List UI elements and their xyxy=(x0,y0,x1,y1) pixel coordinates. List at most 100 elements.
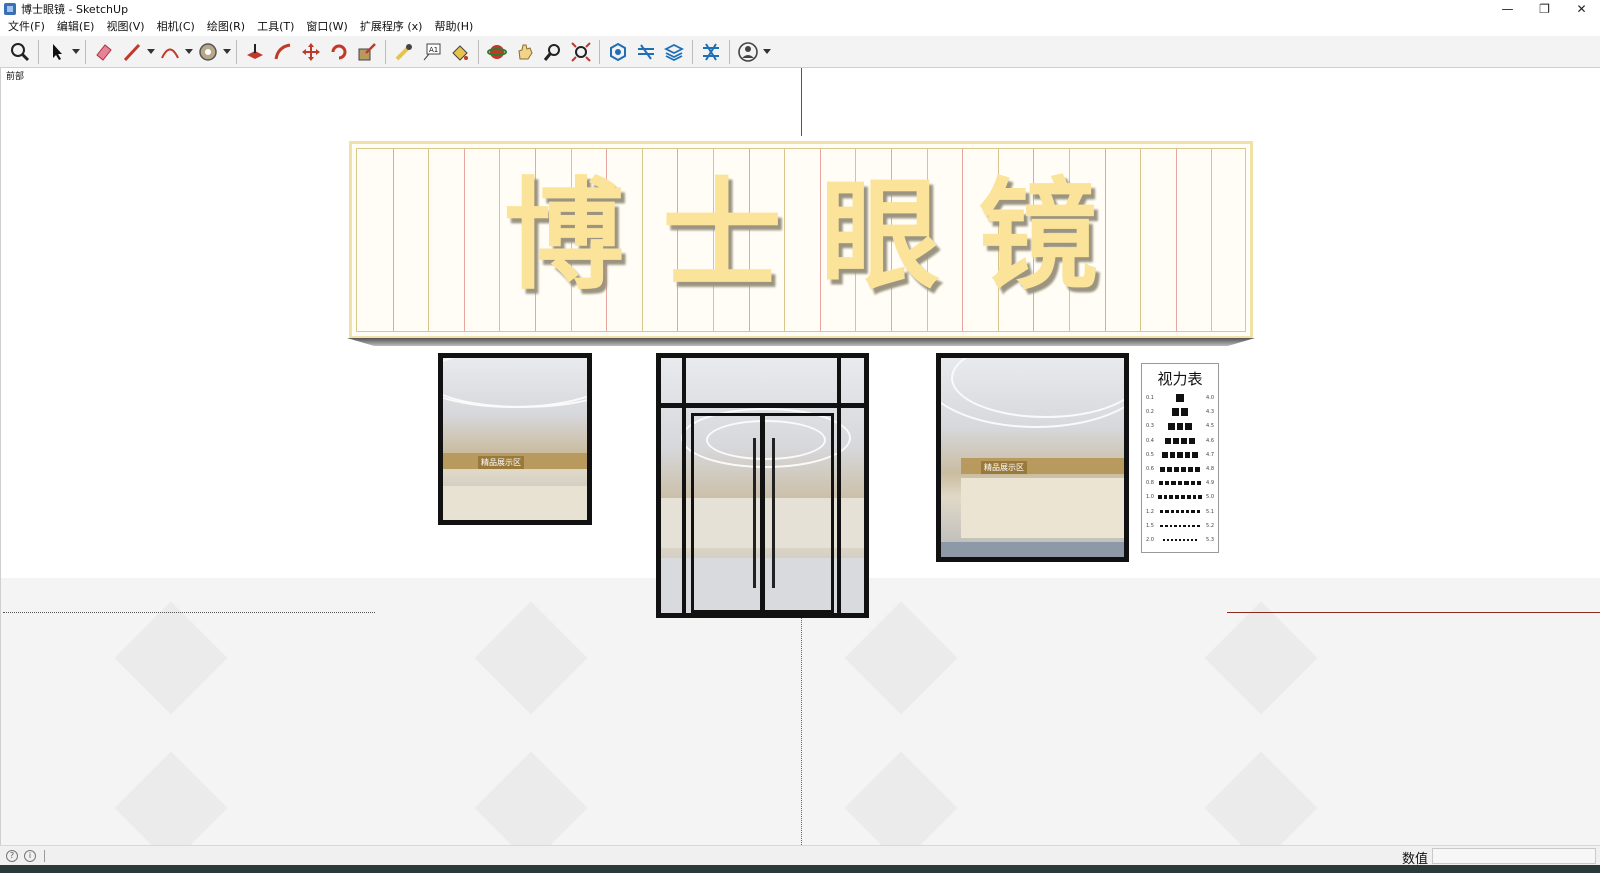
optotype-e xyxy=(1176,422,1184,430)
toolbar-separator xyxy=(236,39,237,64)
scene-tab[interactable]: 前部 xyxy=(6,69,24,82)
credits-icon[interactable]: i xyxy=(24,849,36,862)
scale-icon[interactable] xyxy=(353,38,381,66)
measurements-input[interactable] xyxy=(1432,848,1596,864)
watermark-diamond xyxy=(844,601,958,715)
eye-chart-logmar: 4.9 xyxy=(1206,480,1214,487)
close-button[interactable]: ✕ xyxy=(1563,0,1600,18)
eye-chart-logmar: 4.8 xyxy=(1206,466,1214,472)
optotype-e xyxy=(1181,495,1185,500)
eye-chart-optotypes xyxy=(1154,480,1206,486)
toolbar-separator xyxy=(692,39,693,64)
optotype-e xyxy=(1183,524,1186,528)
signboard-underside xyxy=(347,338,1255,346)
menu-view[interactable]: 视图(V) xyxy=(100,18,150,36)
optotype-e xyxy=(1164,524,1168,528)
optotype-e xyxy=(1184,480,1189,486)
model-viewport[interactable]: 前部 博 士 眼 镜 精品展示区 精品展示区 视力表 0.1 4.0 0.2 4… xyxy=(0,68,1600,845)
select-icon[interactable] xyxy=(43,38,71,66)
eye-chart-row: 0.3 4.5 xyxy=(1146,422,1214,430)
optotype-e xyxy=(1195,539,1197,541)
entrance-door xyxy=(656,353,869,618)
rotate-icon[interactable] xyxy=(325,38,353,66)
optotype-e xyxy=(1196,510,1200,514)
geolocation-icon[interactable]: ? xyxy=(6,849,18,862)
account-icon[interactable] xyxy=(734,38,762,66)
extension-manager-icon[interactable] xyxy=(697,38,725,66)
eye-chart-optotypes xyxy=(1154,452,1206,458)
shapes-dropdown[interactable] xyxy=(222,38,232,66)
optotype-e xyxy=(1177,452,1183,458)
optotype-e xyxy=(1158,480,1164,486)
layout-icon[interactable] xyxy=(660,38,688,66)
push-pull-icon[interactable] xyxy=(241,38,269,66)
account-dropdown[interactable] xyxy=(762,38,772,66)
ceiling-ring xyxy=(443,358,587,408)
menu-extensions[interactable]: 扩展程序 (x) xyxy=(354,18,429,36)
menu-window[interactable]: 窗口(W) xyxy=(300,18,353,36)
arc-icon[interactable] xyxy=(156,38,184,66)
optotype-e xyxy=(1175,495,1179,500)
door-handle[interactable] xyxy=(753,438,756,588)
menu-file[interactable]: 文件(F) xyxy=(2,18,51,36)
paint-bucket-icon[interactable] xyxy=(446,38,474,66)
tape-measure-icon[interactable] xyxy=(390,38,418,66)
select-dropdown[interactable] xyxy=(71,38,81,66)
store-signboard: 博 士 眼 镜 xyxy=(349,141,1253,339)
zoom-extents-icon[interactable] xyxy=(6,38,34,66)
3d-warehouse-icon[interactable] xyxy=(604,38,632,66)
eye-chart-decimal: 0.4 xyxy=(1146,437,1154,444)
optotype-e xyxy=(1181,408,1189,416)
move-icon[interactable] xyxy=(297,38,325,66)
os-taskbar-edge xyxy=(0,865,1600,873)
optotype-e xyxy=(1160,510,1164,514)
zoom-window-icon[interactable] xyxy=(567,38,595,66)
optotype-e xyxy=(1162,452,1168,458)
eye-chart-logmar: 4.7 xyxy=(1206,451,1214,458)
minimize-button[interactable]: — xyxy=(1489,0,1526,18)
door-handle[interactable] xyxy=(772,438,775,588)
orbit-icon[interactable] xyxy=(483,38,511,66)
left-window: 精品展示区 xyxy=(438,353,592,525)
watermark-diamond xyxy=(474,601,588,715)
display-area-label: 精品展示区 xyxy=(478,456,524,469)
text-icon[interactable]: A1 xyxy=(418,38,446,66)
optotype-e xyxy=(1169,524,1173,528)
line-icon[interactable] xyxy=(118,38,146,66)
optotype-e xyxy=(1167,539,1169,541)
follow-me-icon[interactable] xyxy=(269,38,297,66)
eye-chart: 视力表 0.1 4.0 0.2 4.3 0.3 4.5 0.4 4.6 0.5 4.7 0.6 4.8… xyxy=(1141,363,1219,553)
eye-chart-optotypes xyxy=(1154,495,1206,500)
menu-edit[interactable]: 编辑(E) xyxy=(51,18,101,36)
optotype-e xyxy=(1181,437,1188,444)
menu-camera[interactable]: 相机(C) xyxy=(151,18,201,36)
menu-draw[interactable]: 绘图(R) xyxy=(201,18,251,36)
extension-warehouse-icon[interactable] xyxy=(632,38,660,66)
line-dropdown[interactable] xyxy=(146,38,156,66)
eye-chart-decimal: 0.1 xyxy=(1146,395,1154,401)
shapes-icon[interactable] xyxy=(194,38,222,66)
optotype-e xyxy=(1169,452,1176,458)
optotype-e xyxy=(1170,510,1174,514)
menu-help[interactable]: 帮助(H) xyxy=(428,18,479,36)
right-window: 精品展示区 xyxy=(936,353,1129,562)
optotype-e xyxy=(1184,452,1191,458)
eraser-icon[interactable] xyxy=(90,38,118,66)
zoom-icon[interactable] xyxy=(539,38,567,66)
optotype-e xyxy=(1192,452,1198,458)
eye-chart-decimal: 0.8 xyxy=(1146,480,1154,487)
menu-tools[interactable]: 工具(T) xyxy=(251,18,300,36)
eye-chart-logmar: 5.1 xyxy=(1206,508,1214,515)
optotype-e xyxy=(1171,408,1179,416)
toolbar-separator xyxy=(729,39,730,64)
optotype-e xyxy=(1198,495,1203,500)
optotype-e xyxy=(1177,480,1183,486)
status-bar: ? i 数值 xyxy=(0,845,1600,867)
restore-button[interactable]: ❐ xyxy=(1526,0,1563,18)
optotype-e xyxy=(1178,524,1182,528)
optotype-e xyxy=(1190,480,1195,486)
arc-dropdown[interactable] xyxy=(184,38,194,66)
toolbar-separator xyxy=(478,39,479,64)
eye-chart-row: 0.6 4.8 xyxy=(1146,465,1214,473)
pan-icon[interactable] xyxy=(511,38,539,66)
